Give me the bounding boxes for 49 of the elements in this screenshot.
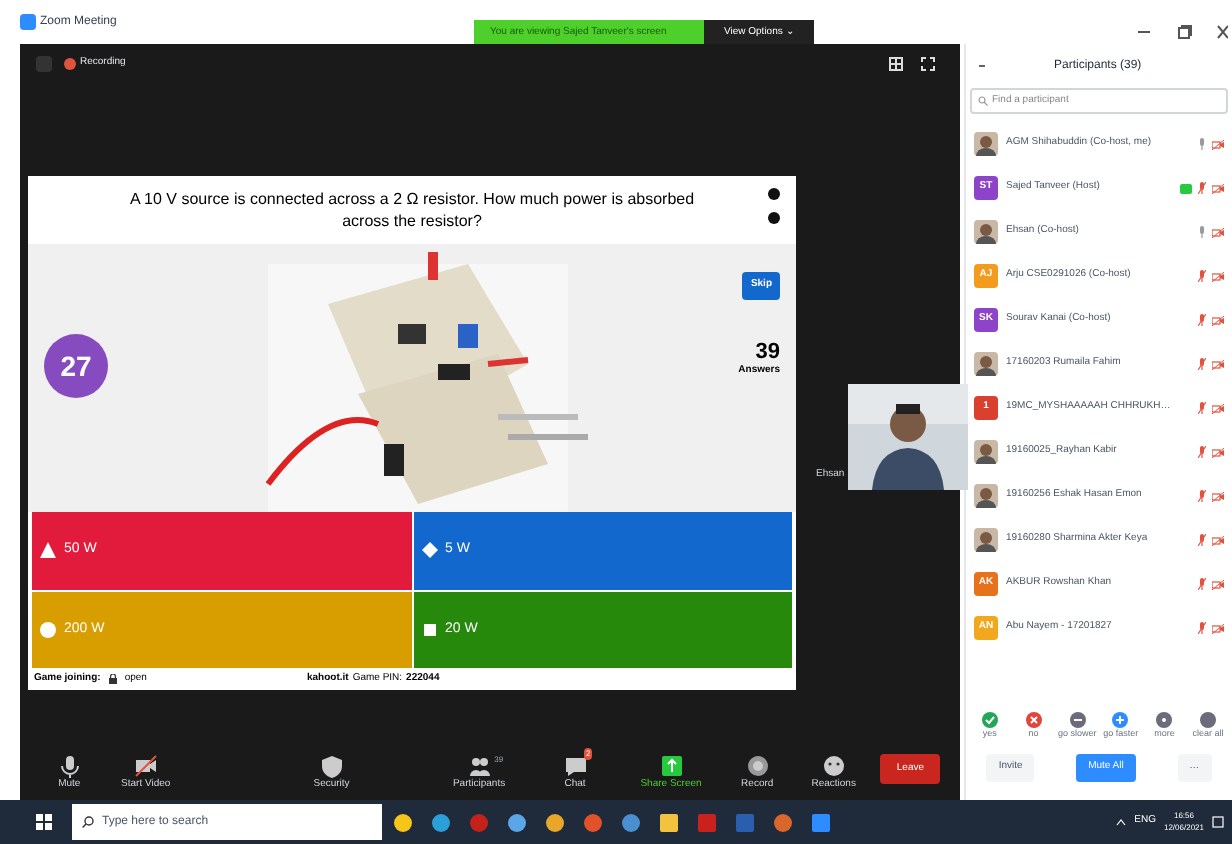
search-icon (82, 816, 94, 828)
share-screen-icon (659, 753, 684, 777)
close-icon[interactable] (1216, 24, 1228, 40)
answer-count: 39 (755, 340, 780, 364)
control-dot-icon[interactable] (768, 188, 780, 200)
gallery-view-icon[interactable] (888, 56, 904, 72)
restore-icon[interactable] (1176, 24, 1192, 40)
app-icon[interactable] (774, 813, 792, 831)
video-off-icon (1212, 227, 1224, 237)
triangle-icon (40, 542, 56, 559)
video-off-icon (1212, 447, 1224, 457)
video-off-icon (1212, 315, 1224, 325)
folder-icon[interactable] (660, 813, 678, 831)
chevron-up-icon[interactable] (1116, 818, 1127, 826)
video-off-icon (1212, 139, 1224, 149)
people-icon (467, 753, 492, 777)
control-dot-icon[interactable] (768, 212, 780, 224)
person-avatar-icon (974, 484, 998, 508)
circle-icon (40, 621, 56, 638)
record-icon (745, 753, 770, 777)
person-avatar-icon (974, 220, 998, 244)
app-icon[interactable] (470, 813, 488, 831)
chat-icon (563, 753, 588, 777)
search-icon (978, 96, 988, 106)
video-off-icon (1212, 623, 1224, 633)
recording-dot-icon (64, 58, 76, 70)
person-avatar-icon (974, 352, 998, 376)
collapse-icon[interactable] (978, 62, 986, 70)
video-off-icon (1212, 491, 1224, 501)
person-avatar-icon (974, 132, 998, 156)
video-off-icon (1212, 579, 1224, 589)
video-off-icon (1212, 535, 1224, 545)
lock-icon (108, 674, 119, 684)
question-text: A 10 V source is connected across a 2 Ω resistor. How much power is absorbed across the resistor? (127, 188, 697, 232)
person-avatar-icon (974, 528, 998, 552)
zoom-app-icon (20, 14, 36, 30)
diamond-icon (421, 542, 437, 559)
notification-icon[interactable] (1212, 816, 1224, 828)
microphone-icon (57, 753, 82, 777)
video-off-icon (1212, 359, 1224, 369)
video-off-icon (133, 753, 158, 777)
square-icon (421, 621, 437, 638)
person-avatar-icon (974, 440, 998, 464)
video-off-icon (1212, 271, 1224, 281)
smiley-icon (821, 753, 846, 777)
fullscreen-icon[interactable] (920, 56, 936, 72)
video-off-icon (1212, 403, 1224, 413)
video-off-icon (1212, 183, 1224, 193)
windows-start-icon[interactable] (36, 814, 52, 830)
